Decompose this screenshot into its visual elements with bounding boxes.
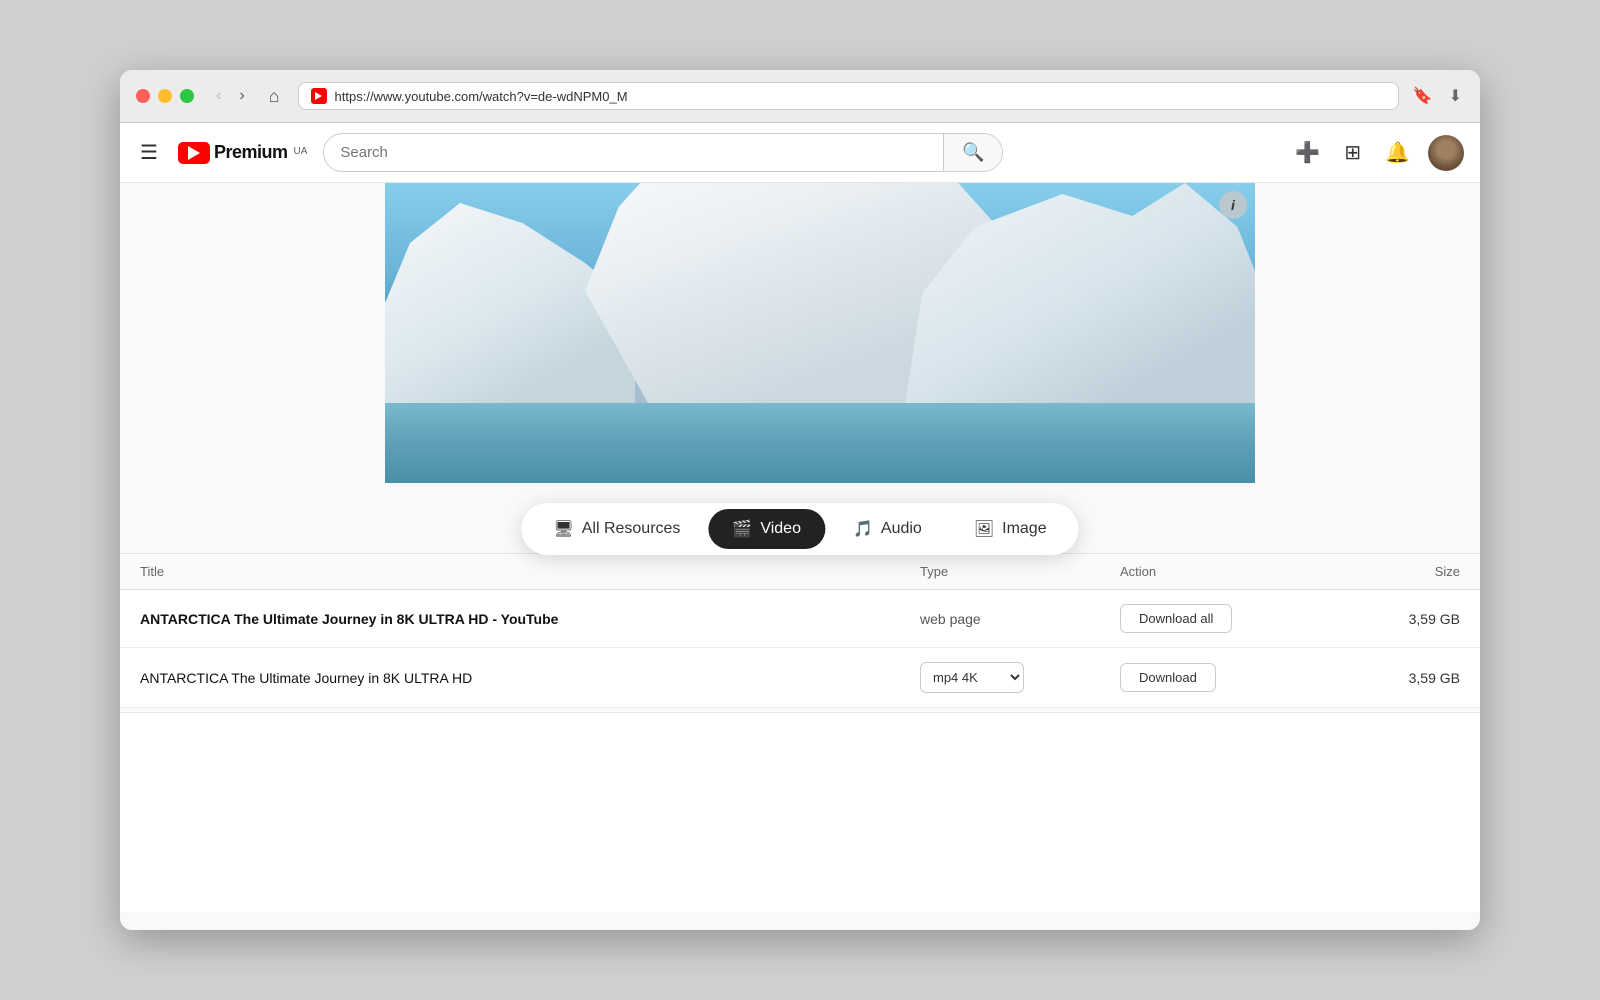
video-icon: 🎬 xyxy=(732,519,752,539)
add-queue-icon: ➕ xyxy=(1295,142,1320,164)
image-label: Image xyxy=(1002,520,1046,538)
youtube-logo: Premium UA xyxy=(178,142,307,164)
row-2-type: mp4 4K mp4 1080p mp4 720p mp4 480p xyxy=(920,662,1120,693)
audio-icon: 🎵 xyxy=(853,519,873,539)
browser-window: ‹ › ⌂ https://www.youtube.com/watch?v=de… xyxy=(120,70,1480,930)
youtube-header: ☰ Premium UA 🔍 ➕ ⊞ 🔔 xyxy=(120,123,1480,183)
header-actions: ➕ ⊞ 🔔 xyxy=(1289,134,1464,171)
menu-button[interactable]: ☰ xyxy=(136,136,162,169)
resource-filter-bar: 🖥 All Resources 🎬 Video 🎵 Audio 🖼 Image xyxy=(521,503,1078,555)
col-title: Title xyxy=(140,564,920,579)
download-button[interactable]: Download xyxy=(1120,663,1216,692)
format-select[interactable]: mp4 4K mp4 1080p mp4 720p mp4 480p xyxy=(920,662,1024,693)
download-table-area: Title Type Action Size ANTARCTICA The Ul… xyxy=(120,553,1480,708)
url-text: https://www.youtube.com/watch?v=de-wdNPM… xyxy=(335,89,1386,104)
bottom-empty-area xyxy=(120,712,1480,912)
download-all-button[interactable]: Download all xyxy=(1120,604,1232,633)
add-to-queue-button[interactable]: ➕ xyxy=(1289,134,1326,171)
minimize-button[interactable] xyxy=(158,89,172,103)
filter-audio[interactable]: 🎵 Audio xyxy=(829,509,946,549)
home-button[interactable]: ⌂ xyxy=(263,84,286,109)
bell-icon: 🔔 xyxy=(1385,142,1410,164)
col-size: Size xyxy=(1340,564,1460,579)
video-label: Video xyxy=(760,520,801,538)
nav-buttons: ‹ › xyxy=(210,85,251,107)
avatar-image xyxy=(1428,135,1464,171)
search-button[interactable]: 🔍 xyxy=(943,134,1002,171)
traffic-lights xyxy=(136,89,194,103)
back-button[interactable]: ‹ xyxy=(210,85,227,107)
row-1-title: ANTARCTICA The Ultimate Journey in 8K UL… xyxy=(140,611,920,627)
grid-icon: ⊞ xyxy=(1344,142,1361,164)
row-1-size: 3,59 GB xyxy=(1340,611,1460,627)
image-icon: 🖼 xyxy=(974,519,994,539)
address-bar[interactable]: https://www.youtube.com/watch?v=de-wdNPM… xyxy=(298,82,1399,110)
close-button[interactable] xyxy=(136,89,150,103)
video-player-area: i xyxy=(385,183,1255,483)
youtube-locale: UA xyxy=(293,146,307,157)
water-reflection xyxy=(385,403,1255,483)
avatar[interactable] xyxy=(1428,135,1464,171)
row-2-size: 3,59 GB xyxy=(1340,670,1460,686)
browser-download-button[interactable]: ⬇ xyxy=(1447,84,1464,108)
col-type: Type xyxy=(920,564,1120,579)
youtube-logo-text: Premium xyxy=(214,142,288,163)
title-bar: ‹ › ⌂ https://www.youtube.com/watch?v=de… xyxy=(120,70,1480,123)
row-1-type: web page xyxy=(920,611,1120,627)
maximize-button[interactable] xyxy=(180,89,194,103)
site-favicon xyxy=(311,88,327,104)
row-2-action: Download xyxy=(1120,663,1340,692)
row-1-action: Download all xyxy=(1120,604,1340,633)
bookmark-button[interactable]: 🔖 xyxy=(1411,84,1435,108)
main-content: i 🖥 All Resources 🎬 Video 🎵 Audio 🖼 Imag… xyxy=(120,183,1480,930)
filter-image[interactable]: 🖼 Image xyxy=(950,509,1071,549)
notifications-button[interactable]: 🔔 xyxy=(1379,134,1416,171)
info-icon[interactable]: i xyxy=(1219,191,1247,219)
table-header: Title Type Action Size xyxy=(120,554,1480,590)
table-row: ANTARCTICA The Ultimate Journey in 8K UL… xyxy=(120,648,1480,708)
row-2-title: ANTARCTICA The Ultimate Journey in 8K UL… xyxy=(140,670,920,686)
filter-video[interactable]: 🎬 Video xyxy=(708,509,825,549)
forward-button[interactable]: › xyxy=(233,85,250,107)
video-thumbnail xyxy=(385,183,1255,483)
all-resources-label: All Resources xyxy=(582,520,681,538)
search-input[interactable] xyxy=(324,136,943,169)
search-bar: 🔍 xyxy=(323,133,1003,172)
col-action: Action xyxy=(1120,564,1340,579)
audio-label: Audio xyxy=(881,520,922,538)
table-row: ANTARCTICA The Ultimate Journey in 8K UL… xyxy=(120,590,1480,648)
filter-all-resources[interactable]: 🖥 All Resources xyxy=(529,509,704,549)
all-resources-icon: 🖥 xyxy=(553,519,573,539)
apps-grid-button[interactable]: ⊞ xyxy=(1338,134,1367,171)
youtube-logo-icon xyxy=(178,142,210,164)
